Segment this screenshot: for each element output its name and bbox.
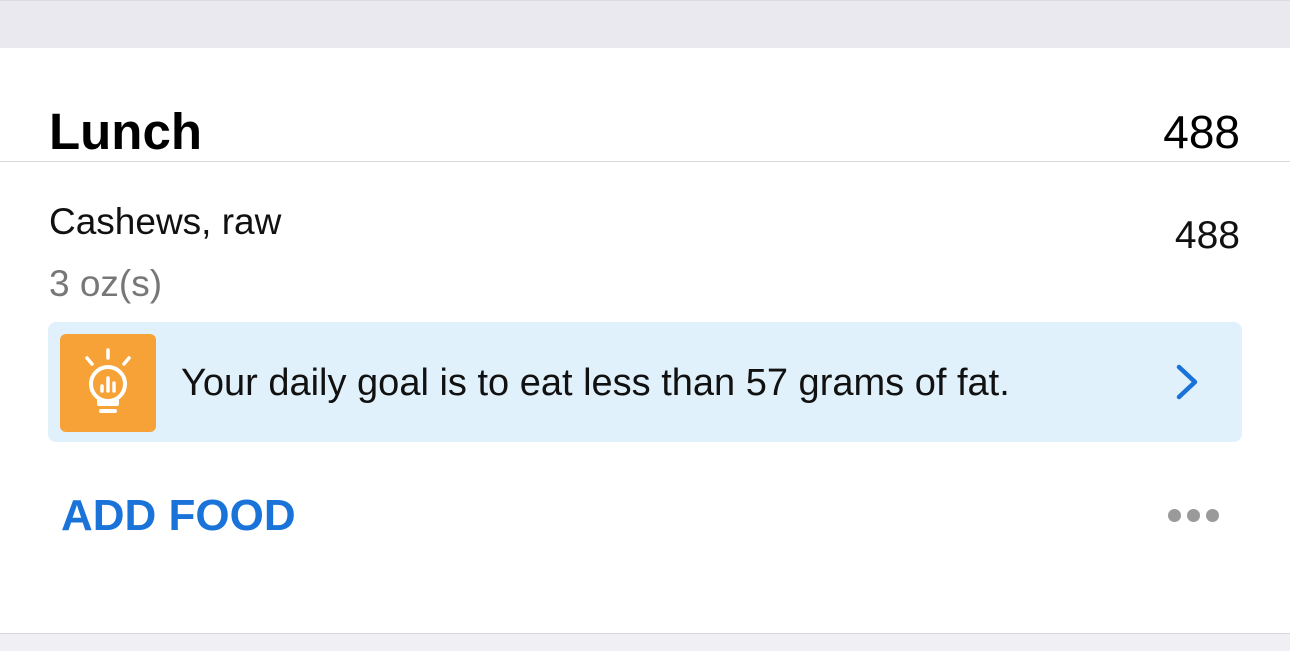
food-name: Cashews, raw xyxy=(49,201,282,242)
add-food-button[interactable]: ADD FOOD xyxy=(61,490,296,542)
daily-goal-tip-text: Your daily goal is to eat less than 57 g… xyxy=(181,362,1010,404)
food-calories: 488 xyxy=(1174,214,1240,257)
more-horizontal-icon[interactable] xyxy=(1168,506,1220,526)
more-dot xyxy=(1187,509,1200,522)
daily-goal-tip-banner[interactable]: Your daily goal is to eat less than 57 g… xyxy=(48,322,1242,442)
chevron-right-icon[interactable] xyxy=(1172,362,1202,402)
food-serving-size: 3 oz(s) xyxy=(49,263,163,304)
more-dot xyxy=(1206,509,1219,522)
food-entry-row[interactable]: Cashews, raw 3 oz(s) 488 xyxy=(0,162,1290,312)
meal-title: Lunch xyxy=(49,103,202,160)
more-dot xyxy=(1168,509,1181,522)
section-separator-top xyxy=(0,0,1290,48)
lightbulb-chart-icon xyxy=(60,334,156,432)
meal-total-calories: 488 xyxy=(1163,106,1240,158)
section-separator-bottom xyxy=(0,633,1290,651)
